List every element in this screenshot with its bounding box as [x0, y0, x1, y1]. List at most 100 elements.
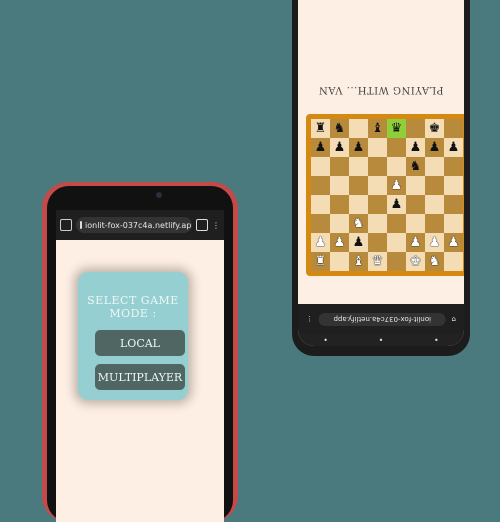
board-square[interactable]: ♟ [311, 233, 330, 252]
board-square[interactable]: ♜ [311, 119, 330, 138]
black-pawn-icon[interactable]: ♟ [391, 198, 403, 211]
board-square[interactable] [311, 195, 330, 214]
board-square[interactable]: ♟ [387, 195, 406, 214]
board-square[interactable] [330, 157, 349, 176]
board-square[interactable] [368, 138, 387, 157]
board-square[interactable]: ♟ [330, 138, 349, 157]
board-square[interactable] [387, 233, 406, 252]
board-square[interactable]: ♚ [425, 119, 444, 138]
board-square[interactable]: ♟ [425, 233, 444, 252]
black-knight-icon[interactable]: ♞ [410, 160, 422, 173]
board-square[interactable] [425, 195, 444, 214]
black-pawn-icon[interactable]: ♟ [429, 141, 441, 154]
board-square[interactable] [349, 157, 368, 176]
board-square[interactable]: ♟ [444, 138, 463, 157]
black-rook-icon[interactable]: ♜ [315, 122, 327, 135]
board-square[interactable]: ♟ [444, 233, 463, 252]
board-square[interactable] [387, 157, 406, 176]
menu-icon[interactable]: ⋮ [212, 221, 220, 230]
board-square[interactable] [311, 176, 330, 195]
board-square[interactable]: ♟ [330, 233, 349, 252]
board-square[interactable] [444, 157, 463, 176]
board-square[interactable] [330, 252, 349, 271]
board-square[interactable]: ♝ [368, 119, 387, 138]
board-square[interactable] [311, 157, 330, 176]
white-king-icon[interactable]: ♚ [410, 255, 422, 268]
black-pawn-icon[interactable]: ♟ [315, 141, 327, 154]
local-button[interactable]: LOCAL [95, 330, 185, 356]
board-square[interactable] [444, 252, 463, 271]
board-square[interactable]: ♛ [368, 252, 387, 271]
board-square[interactable] [444, 195, 463, 214]
add-tab-icon[interactable] [196, 219, 208, 231]
board-square[interactable] [444, 119, 463, 138]
board-square[interactable]: ♞ [425, 252, 444, 271]
board-square[interactable] [406, 214, 425, 233]
white-pawn-icon[interactable]: ♟ [410, 236, 422, 249]
white-pawn-icon[interactable]: ♟ [429, 236, 441, 249]
white-rook-icon[interactable]: ♜ [315, 255, 327, 268]
board-square[interactable]: ♜ [311, 252, 330, 271]
board-square[interactable]: ♟ [349, 233, 368, 252]
board-square[interactable] [368, 214, 387, 233]
white-pawn-icon[interactable]: ♟ [391, 179, 403, 192]
board-square[interactable] [406, 195, 425, 214]
board-square[interactable] [387, 214, 406, 233]
home-icon[interactable]: ⌂ [452, 315, 456, 323]
multiplayer-button[interactable]: MULTIPLAYER [95, 364, 185, 390]
board-square[interactable] [387, 138, 406, 157]
white-pawn-icon[interactable]: ♟ [448, 236, 460, 249]
board-square[interactable] [425, 157, 444, 176]
board-square[interactable] [368, 195, 387, 214]
board-square[interactable] [330, 195, 349, 214]
board-square[interactable]: ♝ [349, 252, 368, 271]
board-square[interactable] [311, 214, 330, 233]
black-pawn-icon[interactable]: ♟ [353, 236, 365, 249]
board-square[interactable] [349, 176, 368, 195]
board-square[interactable] [406, 176, 425, 195]
board-square[interactable] [330, 176, 349, 195]
board-square[interactable]: ♞ [349, 214, 368, 233]
board-square[interactable] [406, 119, 425, 138]
board-square[interactable]: ♚ [406, 252, 425, 271]
board-square[interactable] [368, 176, 387, 195]
black-pawn-icon[interactable]: ♟ [448, 141, 460, 154]
board-square[interactable] [444, 176, 463, 195]
menu-icon[interactable]: ⋮ [306, 315, 313, 323]
board-square[interactable]: ♟ [349, 138, 368, 157]
white-pawn-icon[interactable]: ♟ [315, 236, 327, 249]
black-king-icon[interactable]: ♚ [429, 122, 441, 135]
board-square[interactable]: ♟ [406, 233, 425, 252]
home-icon[interactable] [60, 219, 72, 231]
white-bishop-icon[interactable]: ♝ [353, 255, 365, 268]
white-queen-icon[interactable]: ♛ [372, 255, 384, 268]
black-pawn-icon[interactable]: ♟ [334, 141, 346, 154]
white-knight-icon[interactable]: ♞ [353, 217, 365, 230]
address-pill[interactable]: ionlit-fox-037c4a.netlify.app [76, 217, 192, 233]
board-square[interactable] [444, 214, 463, 233]
board-square[interactable] [368, 157, 387, 176]
board-square[interactable] [387, 252, 406, 271]
board-square[interactable]: ♞ [406, 157, 425, 176]
white-knight-icon[interactable]: ♞ [429, 255, 441, 268]
black-bishop-icon[interactable]: ♝ [372, 122, 384, 135]
black-pawn-icon[interactable]: ♟ [410, 141, 422, 154]
black-queen-icon[interactable]: ♛ [391, 122, 403, 135]
board-square[interactable] [368, 233, 387, 252]
board-square[interactable]: ♟ [387, 176, 406, 195]
board-square[interactable]: ♟ [406, 138, 425, 157]
board-square[interactable]: ♛ [387, 119, 406, 138]
black-pawn-icon[interactable]: ♟ [353, 141, 365, 154]
address-pill[interactable]: ionlit-fox-037c4a.netlify.app [319, 312, 446, 326]
board-square[interactable]: ♟ [425, 138, 444, 157]
board-square[interactable] [349, 195, 368, 214]
board-square[interactable]: ♟ [311, 138, 330, 157]
board-square[interactable] [425, 176, 444, 195]
board-square[interactable] [330, 214, 349, 233]
board-square[interactable] [349, 119, 368, 138]
white-pawn-icon[interactable]: ♟ [334, 236, 346, 249]
browser-url-bar[interactable]: ionlit-fox-037c4a.netlify.app ⋮ [56, 210, 224, 240]
board-square[interactable]: ♞ [330, 119, 349, 138]
black-knight-icon[interactable]: ♞ [334, 122, 346, 135]
browser-url-bar-bottom[interactable]: ⋮ ionlit-fox-037c4a.netlify.app ⌂ [298, 304, 464, 334]
